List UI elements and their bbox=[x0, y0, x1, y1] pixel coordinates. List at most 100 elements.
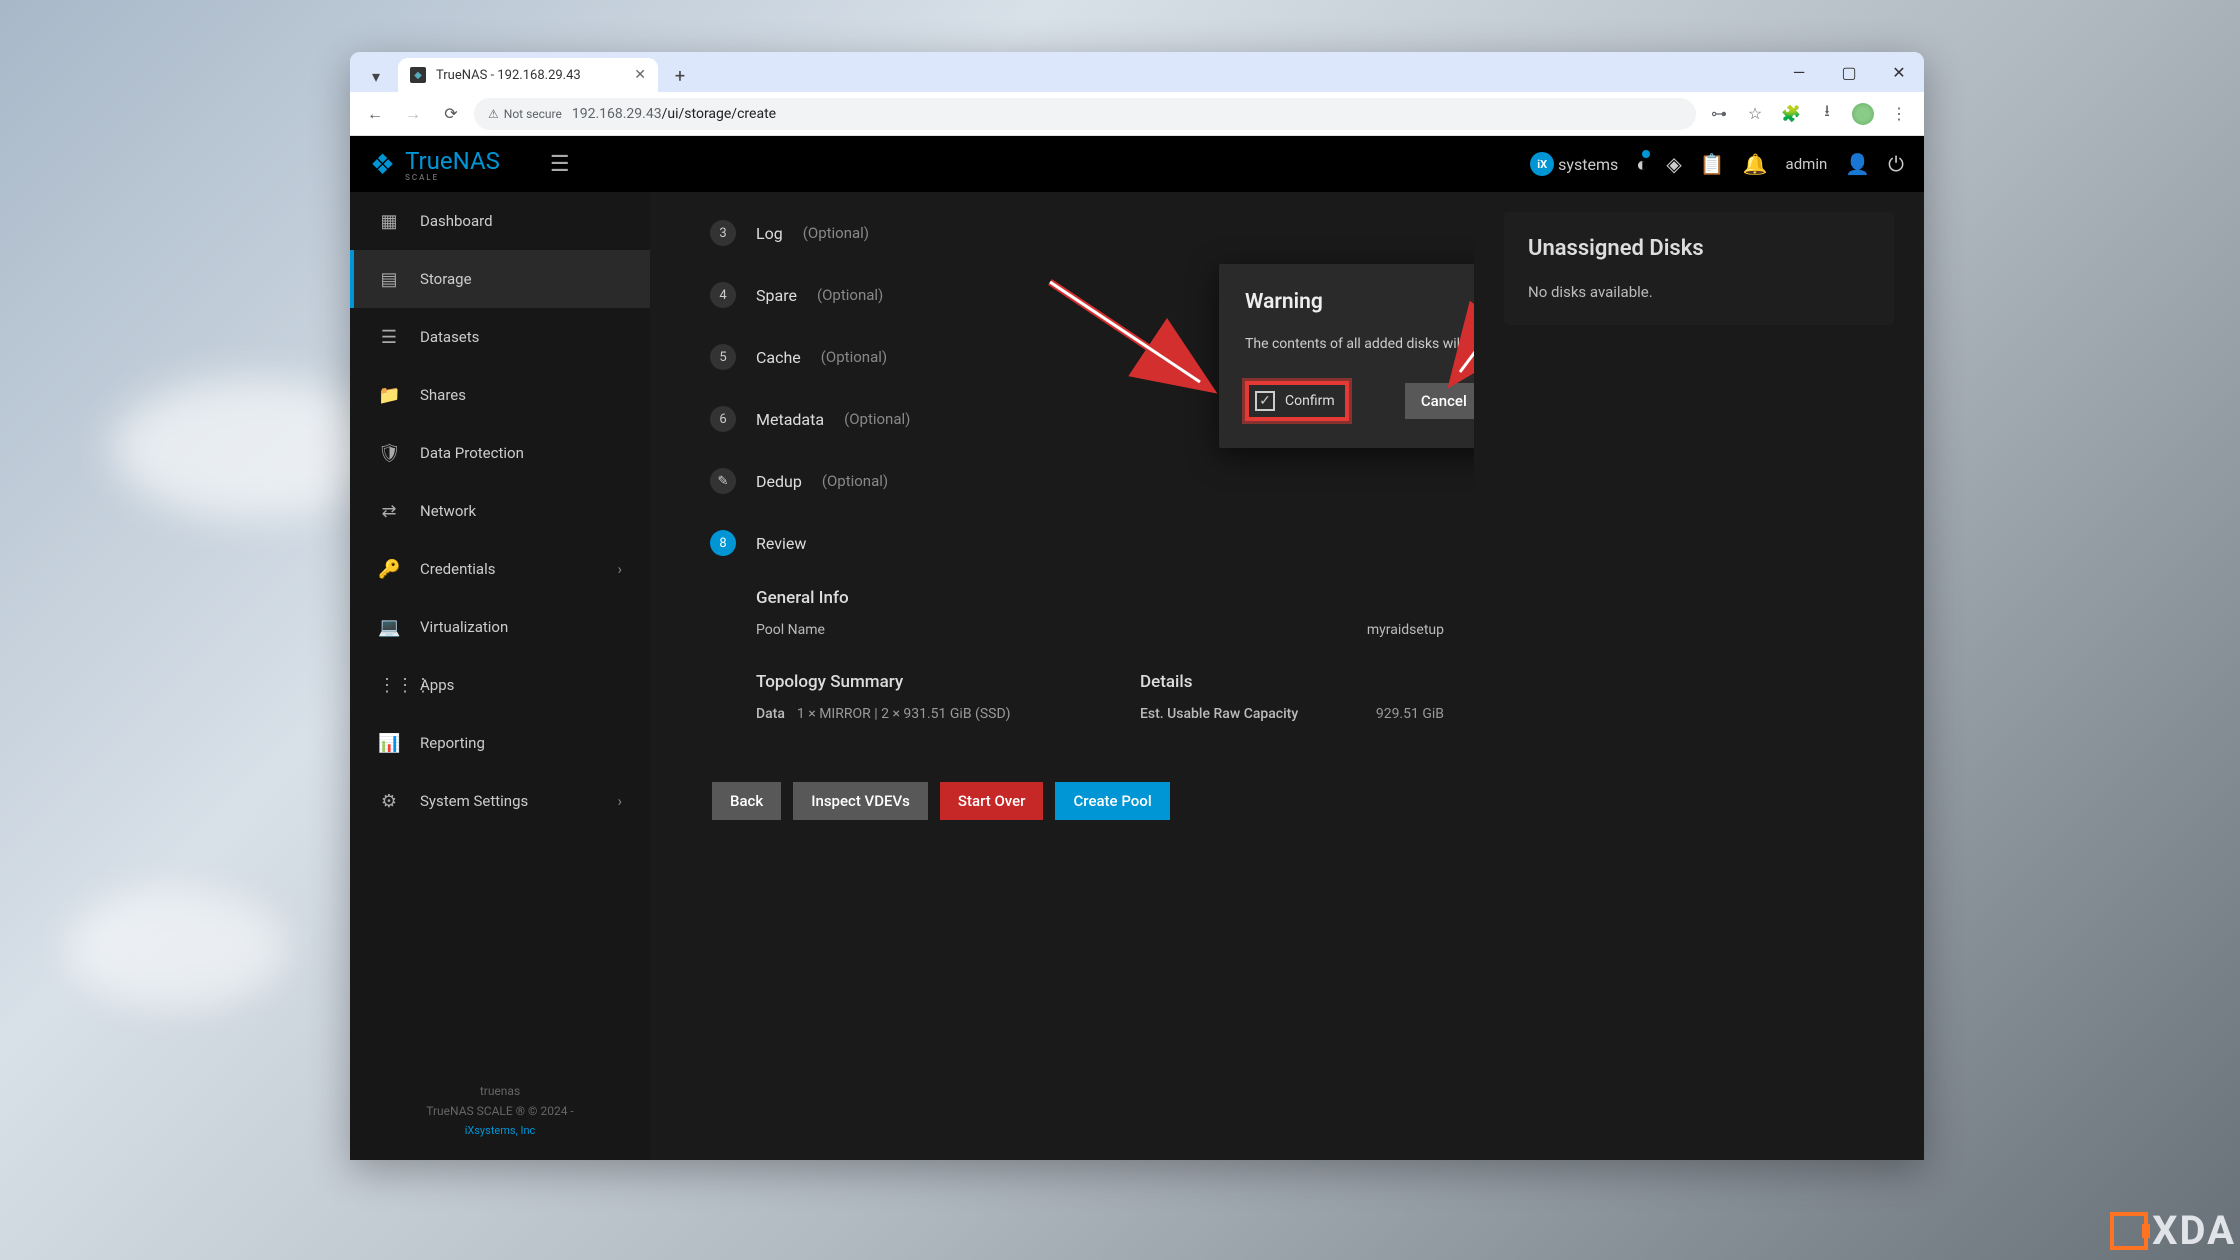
notifications-icon[interactable]: 🔔 bbox=[1743, 152, 1768, 176]
sidebar-item-network[interactable]: ⇄ Network bbox=[350, 482, 650, 540]
pool-name-label: Pool Name bbox=[756, 622, 825, 638]
back-button[interactable]: Back bbox=[712, 782, 781, 820]
modal-cancel-button[interactable]: Cancel bbox=[1405, 383, 1474, 419]
logo-text: TrueNAS bbox=[405, 147, 500, 175]
security-label: Not secure bbox=[504, 107, 562, 121]
bookmark-icon[interactable]: ☆ bbox=[1740, 99, 1770, 129]
security-badge[interactable]: ⚠ Not secure bbox=[488, 107, 562, 121]
review-section: General Info Pool Name myraidsetup Topol… bbox=[756, 588, 1444, 722]
tab-search-dropdown[interactable]: ▾ bbox=[360, 60, 392, 92]
nav-label: Virtualization bbox=[420, 618, 508, 636]
nav-icon: 💻 bbox=[378, 617, 400, 638]
wizard-step-review[interactable]: 8 Review bbox=[710, 512, 1444, 574]
nav-label: Storage bbox=[420, 270, 472, 288]
truecommand-icon[interactable]: ◈ bbox=[1666, 152, 1681, 176]
app-header: ❖ TrueNAS SCALE ☰ iX systems ◐ ◈ 📋 🔔 adm… bbox=[350, 136, 1924, 192]
new-tab-button[interactable]: + bbox=[664, 60, 696, 92]
data-label: Data bbox=[756, 706, 785, 722]
sidebar-item-storage[interactable]: ▤ Storage bbox=[350, 250, 650, 308]
url-input[interactable]: ⚠ Not secure 192.168.29.43/ui/storage/cr… bbox=[474, 98, 1696, 130]
tab-title: TrueNAS - 192.168.29.43 bbox=[436, 68, 624, 83]
sidebar-item-shares[interactable]: 📁 Shares bbox=[350, 366, 650, 424]
browser-window: ▾ ◆ TrueNAS - 192.168.29.43 ✕ + — ▢ ✕ ← … bbox=[350, 52, 1924, 1160]
sidebar-item-virtualization[interactable]: 💻 Virtualization bbox=[350, 598, 650, 656]
create-pool-button[interactable]: Create Pool bbox=[1055, 782, 1169, 820]
start-over-button[interactable]: Start Over bbox=[940, 782, 1044, 820]
power-icon[interactable]: ⏻ bbox=[1888, 152, 1904, 176]
close-tab-icon[interactable]: ✕ bbox=[634, 67, 646, 83]
step-optional: (Optional) bbox=[844, 410, 910, 428]
step-label: Dedup bbox=[756, 472, 802, 491]
nav-icon: 🔑 bbox=[378, 559, 400, 580]
clipboard-icon[interactable]: 📋 bbox=[1700, 152, 1725, 176]
capacity-value: 929.51 GiB bbox=[1376, 706, 1444, 722]
nav-label: Dashboard bbox=[420, 212, 493, 230]
status-icon[interactable]: ◐ bbox=[1636, 152, 1648, 177]
nav-icon: ▤ bbox=[378, 269, 400, 290]
minimize-button[interactable]: — bbox=[1774, 52, 1824, 92]
step-label: Log bbox=[756, 224, 783, 243]
step-optional: (Optional) bbox=[803, 224, 869, 242]
downloads-icon[interactable]: ⭳ bbox=[1812, 99, 1842, 129]
nav-label: Data Protection bbox=[420, 444, 524, 462]
unassigned-disks-text: No disks available. bbox=[1528, 283, 1870, 301]
nav-label: Network bbox=[420, 502, 476, 520]
truenas-logo[interactable]: ❖ TrueNAS SCALE bbox=[370, 147, 500, 182]
reload-button[interactable]: ⟳ bbox=[436, 99, 466, 129]
password-icon[interactable]: ⊶ bbox=[1704, 99, 1734, 129]
url-text: 192.168.29.43/ui/storage/create bbox=[572, 106, 776, 122]
step-label: Spare bbox=[756, 286, 797, 305]
browser-menu-icon[interactable]: ⋮ bbox=[1884, 99, 1914, 129]
extensions-icon[interactable]: 🧩 bbox=[1776, 99, 1806, 129]
step-number: 6 bbox=[710, 406, 736, 432]
chevron-right-icon: › bbox=[617, 560, 622, 578]
step-label: Metadata bbox=[756, 410, 824, 429]
step-label: Review bbox=[756, 534, 806, 553]
ix-badge-icon: iX bbox=[1530, 152, 1554, 176]
sidebar-item-credentials[interactable]: 🔑 Credentials › bbox=[350, 540, 650, 598]
sidebar-footer: truenas TrueNAS SCALE ® © 2024 - iXsyste… bbox=[350, 1062, 650, 1160]
sidebar-item-data-protection[interactable]: 🛡 Data Protection bbox=[350, 424, 650, 482]
wizard-step-log[interactable]: 3 Log (Optional) bbox=[710, 202, 1444, 264]
wizard-action-bar: Back Inspect VDEVs Start Over Create Poo… bbox=[712, 782, 1444, 820]
step-number: 4 bbox=[710, 282, 736, 308]
browser-tab-active[interactable]: ◆ TrueNAS - 192.168.29.43 ✕ bbox=[398, 58, 658, 92]
data-value: 1 × MIRROR | 2 × 931.51 GiB (SSD) bbox=[797, 706, 1011, 722]
nav-icon: ▦ bbox=[378, 211, 400, 232]
sidebar-item-system-settings[interactable]: ⚙ System Settings › bbox=[350, 772, 650, 830]
sidebar: ▦ Dashboard ▤ Storage ☰ Datasets 📁 Share… bbox=[350, 192, 650, 1160]
pool-name-value: myraidsetup bbox=[1367, 622, 1444, 638]
sidebar-toggle-icon[interactable]: ☰ bbox=[550, 152, 570, 177]
unassigned-disks-card: Unassigned Disks No disks available. bbox=[1504, 212, 1894, 325]
confirm-label: Confirm bbox=[1285, 393, 1335, 409]
sidebar-item-datasets[interactable]: ☰ Datasets bbox=[350, 308, 650, 366]
modal-title: Warning bbox=[1245, 290, 1474, 314]
checkbox-icon: ✓ bbox=[1255, 391, 1275, 411]
step-optional: (Optional) bbox=[821, 348, 887, 366]
xda-watermark: XDA bbox=[2110, 1207, 2236, 1254]
right-panel: Unassigned Disks No disks available. bbox=[1474, 192, 1924, 1160]
inspect-vdevs-button[interactable]: Inspect VDEVs bbox=[793, 782, 928, 820]
close-window-button[interactable]: ✕ bbox=[1874, 52, 1924, 92]
step-number: 5 bbox=[710, 344, 736, 370]
extension-pinned[interactable] bbox=[1848, 99, 1878, 129]
sidebar-item-reporting[interactable]: 📊 Reporting bbox=[350, 714, 650, 772]
maximize-button[interactable]: ▢ bbox=[1824, 52, 1874, 92]
nav-label: Apps bbox=[420, 676, 454, 694]
footer-hostname: truenas bbox=[370, 1082, 630, 1101]
step-label: Cache bbox=[756, 348, 801, 367]
step-optional: (Optional) bbox=[817, 286, 883, 304]
sidebar-item-apps[interactable]: ⋮⋮⋮ Apps bbox=[350, 656, 650, 714]
nav-icon: 📊 bbox=[378, 733, 400, 754]
forward-button[interactable]: → bbox=[398, 99, 428, 129]
user-avatar-icon[interactable]: 👤 bbox=[1845, 152, 1870, 176]
wizard-step-dedup[interactable]: ✎ Dedup (Optional) bbox=[710, 450, 1444, 512]
sidebar-item-dashboard[interactable]: ▦ Dashboard bbox=[350, 192, 650, 250]
back-button[interactable]: ← bbox=[360, 99, 390, 129]
ixsystems-logo[interactable]: iX systems bbox=[1530, 152, 1618, 176]
footer-link[interactable]: iXsystems, Inc bbox=[465, 1124, 536, 1137]
confirm-checkbox[interactable]: ✓ Confirm bbox=[1245, 381, 1349, 421]
nav-icon: 🛡 bbox=[378, 443, 400, 464]
browser-tabbar: ▾ ◆ TrueNAS - 192.168.29.43 ✕ + — ▢ ✕ bbox=[350, 52, 1924, 92]
general-info-title: General Info bbox=[756, 588, 1444, 608]
